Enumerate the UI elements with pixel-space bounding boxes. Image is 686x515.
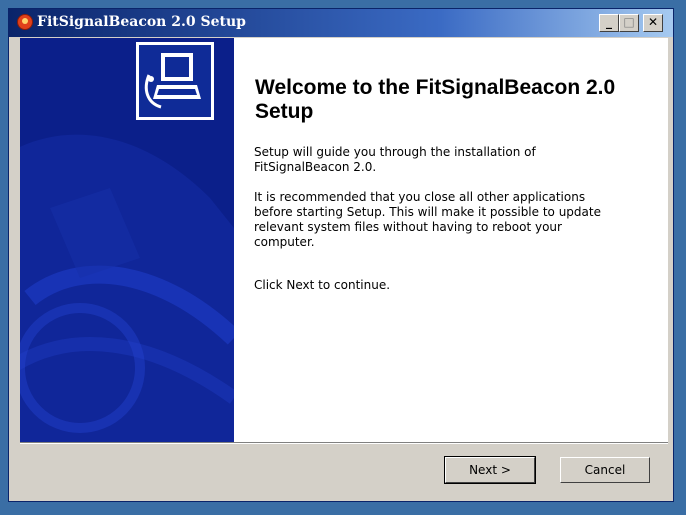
title-bar[interactable]: FitSignalBeacon 2.0 Setup _ □ ✕ [9, 9, 673, 37]
window-title: FitSignalBeacon 2.0 Setup [37, 14, 246, 30]
desktop-background: FitSignalBeacon 2.0 Setup _ □ ✕ Welcome … [0, 0, 686, 515]
welcome-sidebar-image [20, 38, 234, 442]
recommendation-text: It is recommended that you close all oth… [254, 190, 601, 249]
cancel-button[interactable]: Cancel [560, 457, 650, 483]
computer-install-icon [136, 42, 214, 120]
close-button[interactable]: ✕ [643, 14, 663, 32]
footer-divider [20, 442, 668, 444]
installer-icon [17, 14, 33, 30]
continue-instruction: Click Next to continue. [254, 278, 391, 292]
welcome-panel: Welcome to the FitSignalBeacon 2.0 Setup… [234, 38, 668, 442]
maximize-button[interactable]: □ [619, 14, 639, 32]
next-button[interactable]: Next > [444, 456, 536, 484]
welcome-heading: Welcome to the FitSignalBeacon 2.0 Setup [255, 76, 616, 123]
minimize-button[interactable]: _ [599, 14, 619, 32]
setup-window: FitSignalBeacon 2.0 Setup _ □ ✕ Welcome … [8, 8, 674, 502]
intro-text: Setup will guide you through the install… [254, 145, 536, 174]
